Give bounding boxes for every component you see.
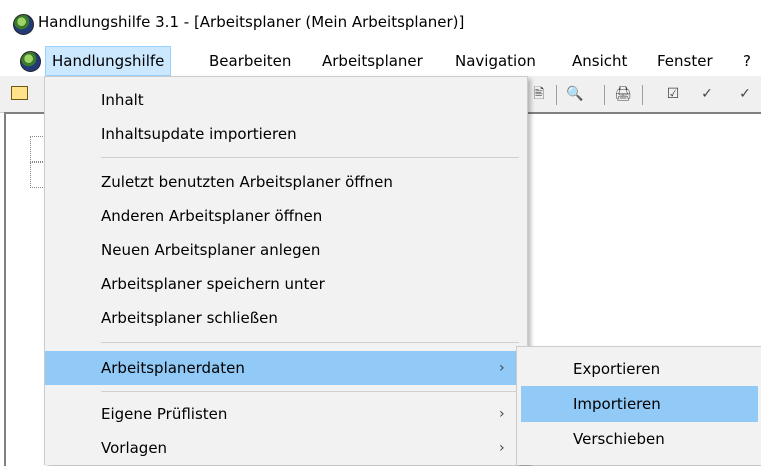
menu-separator xyxy=(101,391,519,392)
menu-navigation[interactable]: Navigation xyxy=(455,46,536,76)
arbeitsplanerdaten-submenu: Exportieren Importieren Verschieben xyxy=(516,346,761,465)
submenu-arrow-icon: › xyxy=(499,440,505,456)
submenu-item-importieren[interactable]: Importieren xyxy=(521,386,758,422)
menu-item-label: Arbeitsplaner schließen xyxy=(101,309,278,327)
menu-item-label: Arbeitsplaner speichern unter xyxy=(101,275,325,293)
title-bar: Handlungshilfe 3.1 - [Arbeitsplaner (Mei… xyxy=(0,0,761,46)
document-icon[interactable]: 🖹 xyxy=(530,85,548,103)
menu-help[interactable]: ? xyxy=(743,46,751,76)
submenu-arrow-icon: › xyxy=(499,406,505,422)
menu-item-inhaltsupdate-importieren[interactable]: Inhaltsupdate importieren xyxy=(45,117,527,151)
toolbar-separator xyxy=(642,85,643,105)
menu-bearbeiten[interactable]: Bearbeiten xyxy=(209,46,291,76)
window-title: Handlungshilfe 3.1 - [Arbeitsplaner (Mei… xyxy=(38,13,465,31)
menu-separator xyxy=(101,157,519,158)
menu-fenster[interactable]: Fenster xyxy=(657,46,713,76)
menu-item-label: Eigene Prüflisten xyxy=(101,405,228,423)
menu-item-label: Neuen Arbeitsplaner anlegen xyxy=(101,241,321,259)
preview-icon[interactable]: 🔍 xyxy=(566,85,584,103)
menu-item-neuen-anlegen[interactable]: Neuen Arbeitsplaner anlegen xyxy=(45,233,527,267)
submenu-item-verschieben[interactable]: Verschieben xyxy=(521,421,758,457)
menu-item-zuletzt-benutzten-oeffnen[interactable]: Zuletzt benutzten Arbeitsplaner öffnen xyxy=(45,165,527,199)
open-folder-icon[interactable] xyxy=(11,86,28,100)
menu-item-label: Anderen Arbeitsplaner öffnen xyxy=(101,207,323,225)
submenu-item-label: Verschieben xyxy=(573,430,665,448)
menu-item-speichern-unter[interactable]: Arbeitsplaner speichern unter xyxy=(45,267,527,301)
menu-arbeitsplaner[interactable]: Arbeitsplaner xyxy=(322,46,423,76)
check-mark-icon[interactable]: ✓ xyxy=(736,85,754,103)
menu-separator xyxy=(101,342,519,343)
menu-item-arbeitsplanerdaten[interactable]: Arbeitsplanerdaten › xyxy=(45,351,527,385)
submenu-item-label: Importieren xyxy=(573,395,661,413)
check-mark-icon[interactable]: ✓ xyxy=(698,85,716,103)
toolbar-separator xyxy=(556,85,557,105)
submenu-item-label: Exportieren xyxy=(573,360,661,378)
menu-item-label: Zuletzt benutzten Arbeitsplaner öffnen xyxy=(101,173,393,191)
menu-bar: Handlungshilfe Bearbeiten Arbeitsplaner … xyxy=(0,46,761,76)
submenu-item-exportieren[interactable]: Exportieren xyxy=(521,351,758,387)
app-globe-icon xyxy=(13,14,34,35)
menu-item-label: Inhalt xyxy=(101,91,144,109)
menu-item-eigene-prueflisten[interactable]: Eigene Prüflisten › xyxy=(45,397,527,431)
menu-item-label: Arbeitsplanerdaten xyxy=(101,359,245,377)
menu-handlungshilfe[interactable]: Handlungshilfe xyxy=(45,46,172,76)
check-box-icon[interactable]: ☑ xyxy=(664,85,682,103)
menu-item-vorlagen[interactable]: Vorlagen › xyxy=(45,431,527,465)
menu-item-anderen-oeffnen[interactable]: Anderen Arbeitsplaner öffnen xyxy=(45,199,527,233)
menu-item-inhalt[interactable]: Inhalt xyxy=(45,83,527,117)
menu-item-label: Vorlagen xyxy=(101,439,168,457)
handlungshilfe-dropdown: Inhalt Inhaltsupdate importieren Zuletzt… xyxy=(44,76,528,465)
toolbar-separator xyxy=(604,85,605,105)
menu-ansicht[interactable]: Ansicht xyxy=(572,46,627,76)
menu-item-label: Inhaltsupdate importieren xyxy=(101,125,297,143)
menu-item-schliessen[interactable]: Arbeitsplaner schließen xyxy=(45,301,527,335)
print-icon[interactable]: 🖨 xyxy=(614,85,632,103)
submenu-arrow-icon: › xyxy=(499,360,505,376)
system-menu-globe-icon[interactable] xyxy=(20,51,41,72)
